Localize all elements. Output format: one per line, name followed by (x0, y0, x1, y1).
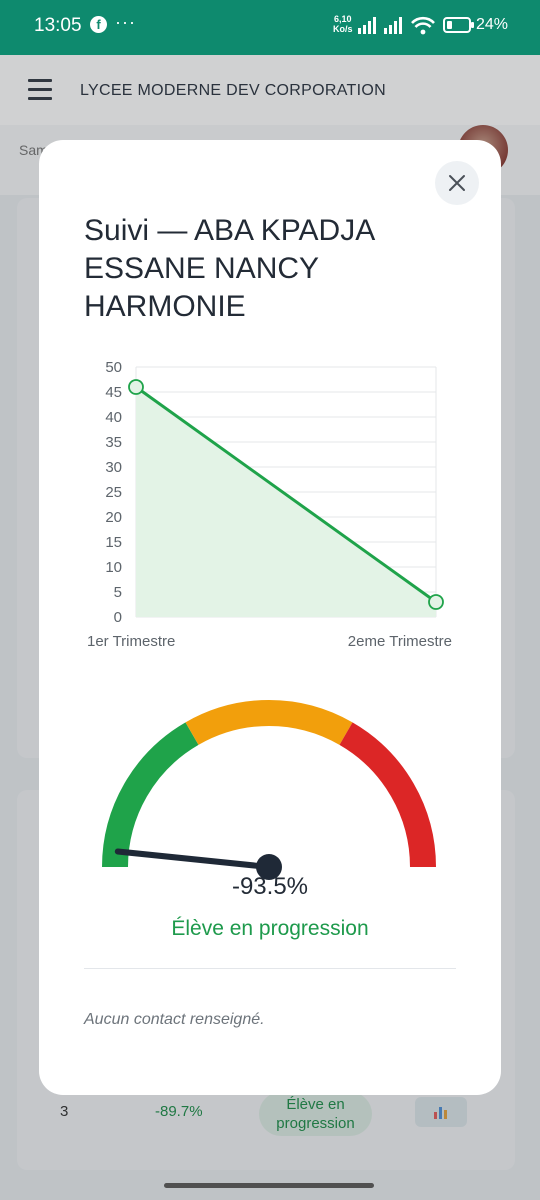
close-icon (449, 175, 465, 191)
gauge-value: -93.5% (231, 873, 309, 900)
x-tick-label: 1er Trimestre (87, 633, 175, 650)
signal-icon-2 (384, 17, 402, 34)
evolution-chart: 0 5 10 15 20 25 30 35 40 45 50 1er Trimestre 2eme Tr… (87, 359, 452, 650)
y-tick-label: 45 (105, 384, 122, 401)
modal-title: Suivi — ABA KPADJA ESSANE NANCY HARMONIE (84, 214, 374, 323)
status-bar: 13:05 f ··· 6,10 Ko/s 24% (0, 0, 540, 55)
progress-gauge (102, 700, 436, 880)
contact-text: Aucun contact renseigné. (84, 1011, 265, 1028)
battery-percent: 24% (476, 16, 509, 33)
student-tracking-modal: Suivi — ABA KPADJA ESSANE NANCY HARMONIE… (39, 140, 501, 1095)
y-tick-label: 35 (105, 434, 122, 451)
y-tick-label: 25 (105, 484, 122, 501)
y-tick-label: 20 (105, 509, 122, 526)
gauge-segment-orange (185, 700, 353, 746)
gauge-needle (114, 848, 272, 870)
network-speed: 6,10 Ko/s (333, 14, 353, 34)
wifi-icon (411, 16, 435, 35)
signal-wifi-icons (358, 16, 435, 35)
signal-icon (358, 17, 376, 34)
facebook-icon: f (90, 16, 107, 33)
gauge-segment-green (102, 722, 199, 868)
battery-icon (443, 17, 474, 33)
network-speed-value: 6,10 (333, 14, 352, 24)
divider (84, 968, 456, 969)
chart-point-1 (128, 379, 144, 395)
more-dots-icon: ··· (115, 12, 136, 32)
y-tick-label: 30 (105, 459, 122, 476)
y-tick-label: 40 (105, 409, 122, 426)
gauge-segment-red (339, 722, 436, 868)
y-tick-label: 5 (114, 584, 122, 601)
y-tick-label: 15 (105, 534, 122, 551)
status-text: Élève en progression (171, 917, 369, 940)
close-button[interactable] (435, 161, 479, 205)
y-tick-label: 10 (105, 559, 122, 576)
y-tick-label: 0 (114, 609, 122, 626)
status-time: 13:05 (34, 15, 82, 36)
x-tick-label: 2eme Trimestre (348, 633, 452, 650)
home-indicator (164, 1183, 374, 1188)
y-tick-label: 50 (105, 359, 122, 376)
chart-point-2 (428, 594, 444, 610)
network-speed-unit: Ko/s (333, 24, 353, 34)
chart-area-fill (136, 387, 436, 617)
